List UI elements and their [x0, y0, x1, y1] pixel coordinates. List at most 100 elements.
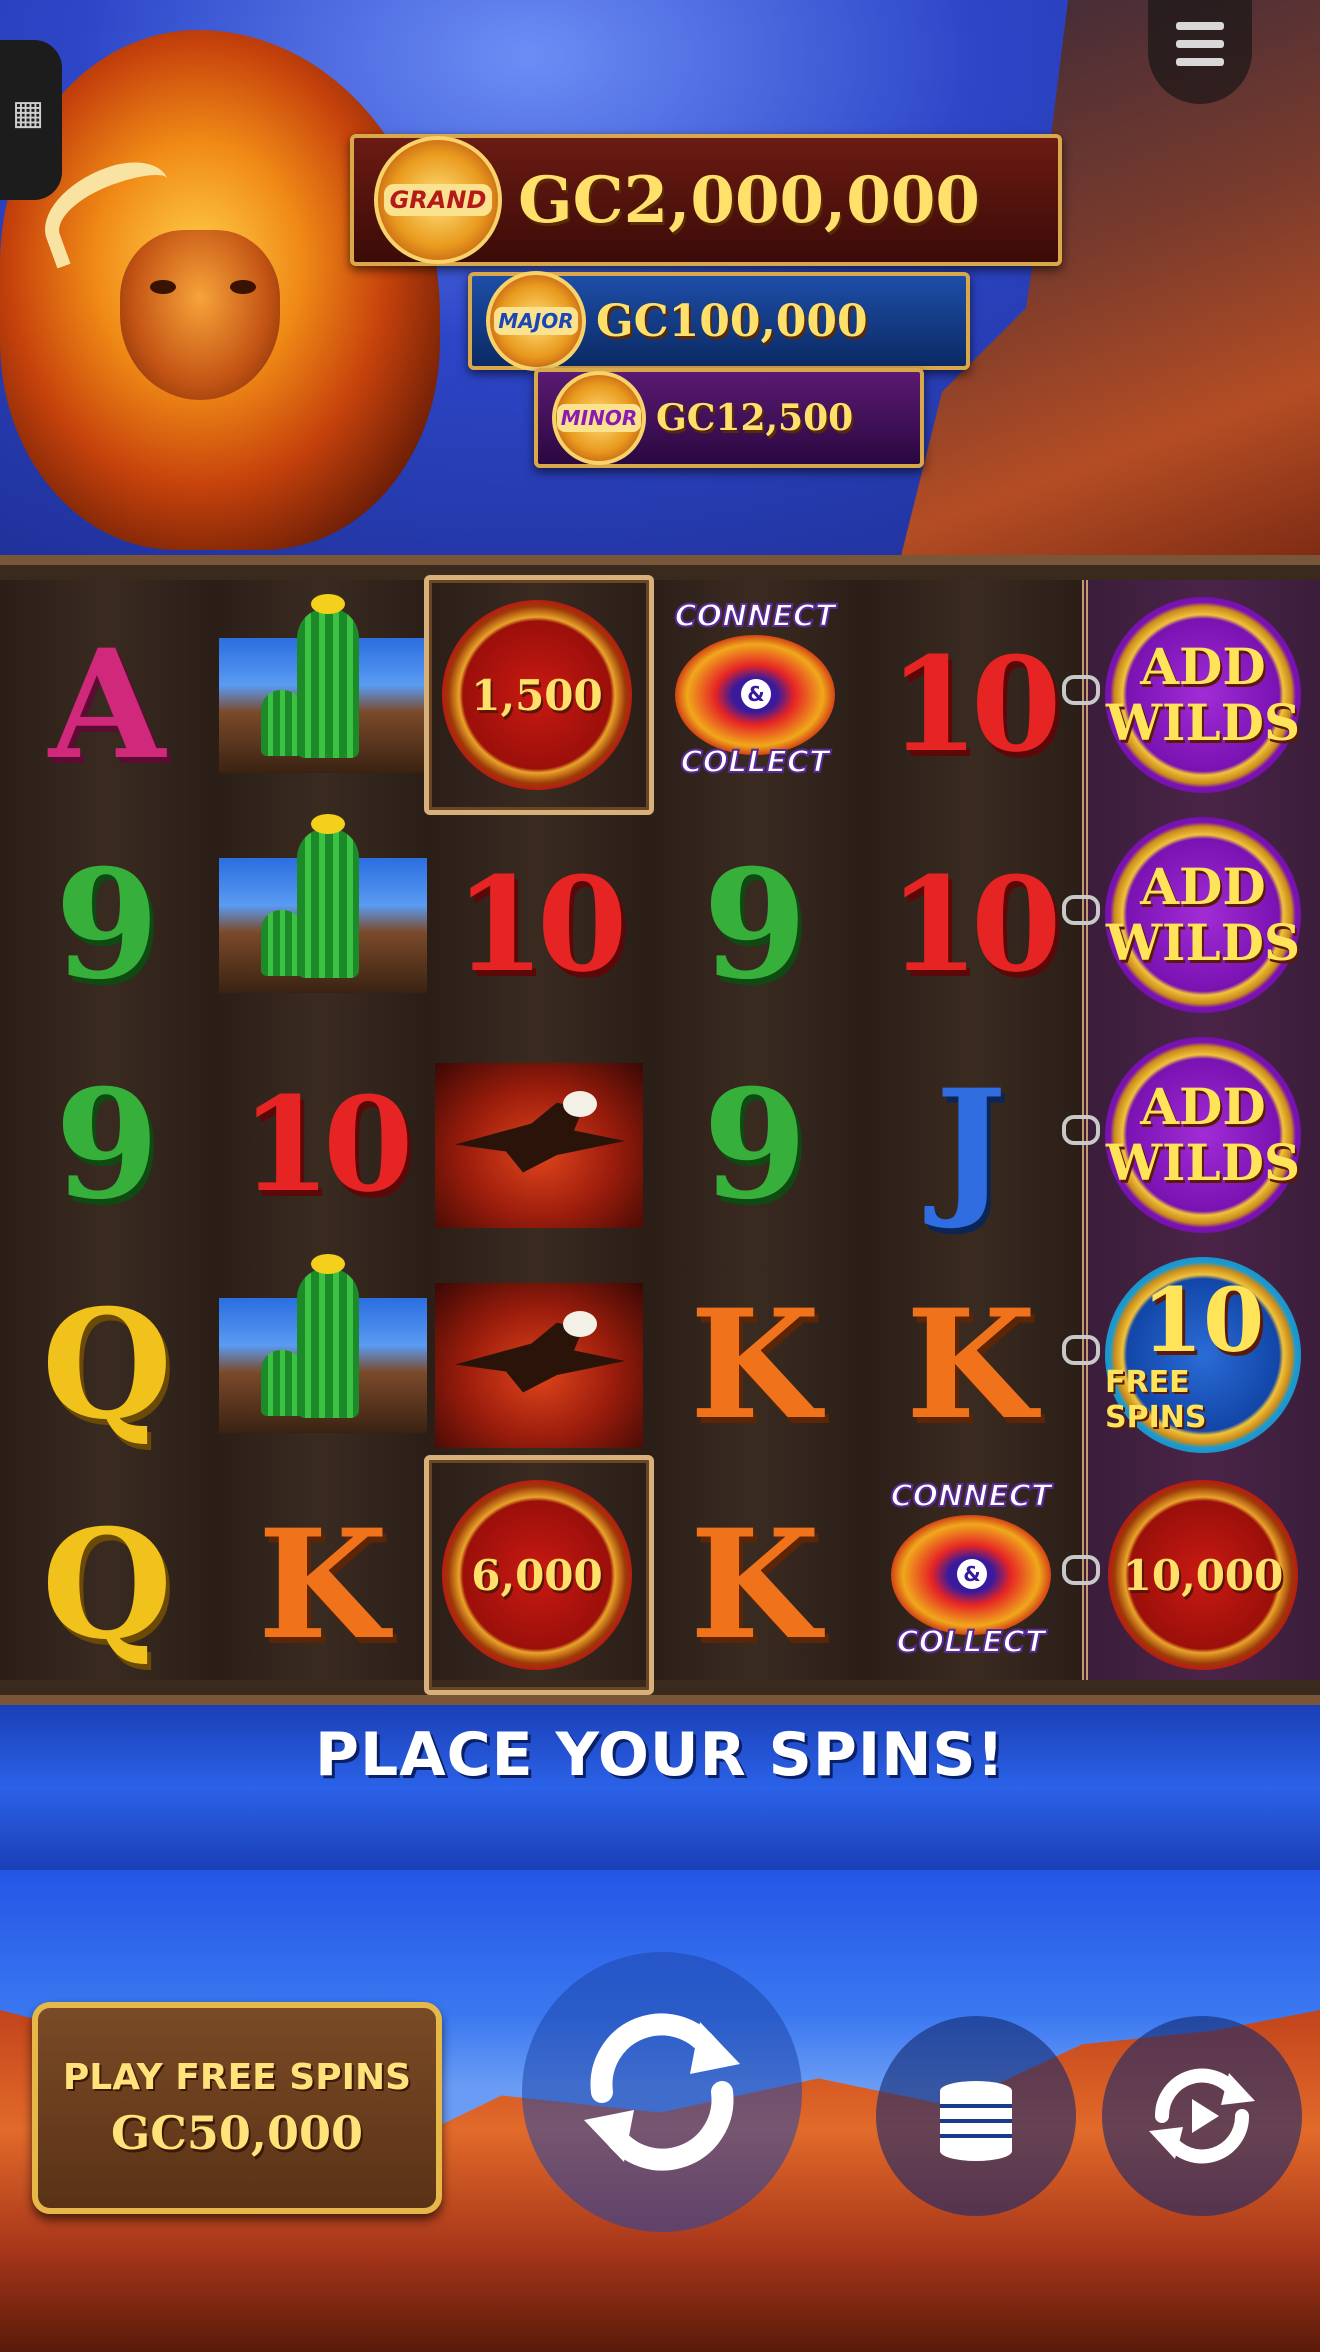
symbol-cell	[216, 593, 430, 815]
connect-label: CONNECT	[890, 1478, 1053, 1515]
symbol-cell: 1,500	[430, 585, 644, 805]
status-message: PLACE YOUR SPINS!	[315, 1720, 1005, 1790]
symbol-cell: 9	[648, 1035, 862, 1255]
spin-icon	[584, 2013, 740, 2171]
ampersand-label: &	[741, 679, 771, 709]
eagle-symbol	[435, 1282, 643, 1448]
minor-badge-label: MINOR	[556, 404, 642, 432]
grid-icon: ▦	[11, 93, 45, 133]
wilds-label: WILDS	[1105, 1133, 1301, 1192]
symbol-cell	[432, 1035, 646, 1255]
side-menu-tab[interactable]: ▦	[0, 40, 62, 200]
chain-link-icon	[1062, 675, 1100, 705]
connect-collect-symbol: CONNECT & COLLECT	[655, 595, 855, 795]
symbol-cell: K	[864, 1255, 1078, 1475]
chain-link-icon	[1062, 1555, 1100, 1585]
symbol-10: 10	[240, 1068, 414, 1221]
major-jackpot-badge: MAJOR	[486, 271, 586, 371]
reel-board: A 9 9 Q Q 10 K 1,500 10 6,000 CONNECT & …	[0, 555, 1320, 1705]
symbol-cell: J	[864, 1035, 1078, 1255]
symbol-cell	[432, 1255, 646, 1475]
symbol-k: K	[257, 1497, 389, 1673]
grand-jackpot-badge: GRAND	[374, 136, 502, 264]
grand-jackpot-panel: GRAND GC2,000,000	[350, 134, 1062, 266]
cash-coin-symbol: 1,500	[442, 600, 632, 790]
symbol-cell: 9	[0, 815, 214, 1035]
free-spins-count: 10	[1141, 1268, 1265, 1372]
symbol-cell: 6,000	[430, 1465, 644, 1685]
add-wilds-symbol: ADD WILDS	[1105, 1037, 1301, 1233]
symbol-cell: 10	[864, 815, 1078, 1035]
symbol-a: A	[48, 617, 166, 793]
symbol-j: J	[935, 1057, 1007, 1233]
major-jackpot-panel: MAJOR GC100,000	[468, 271, 970, 371]
symbol-cell: 10	[216, 1035, 430, 1255]
symbol-cell: Q	[0, 1255, 214, 1475]
add-label: ADD	[1140, 857, 1266, 916]
symbol-cell: K	[216, 1475, 430, 1695]
cactus-symbol	[219, 813, 427, 993]
add-label: ADD	[1140, 1077, 1266, 1136]
symbol-10: 10	[888, 848, 1062, 1001]
wilds-label: WILDS	[1105, 913, 1301, 972]
coin-stack-icon	[940, 2081, 1012, 2161]
autoplay-icon	[1149, 2068, 1255, 2164]
add-label: ADD	[1140, 637, 1266, 696]
major-badge-label: MAJOR	[494, 307, 578, 335]
cash-coin-symbol: 10,000	[1108, 1480, 1298, 1670]
hamburger-icon	[1176, 58, 1224, 66]
chain-link-icon	[1062, 895, 1100, 925]
symbol-cell: K	[648, 1475, 862, 1695]
cactus-symbol	[219, 593, 427, 773]
add-wilds-symbol: ADD WILDS	[1105, 597, 1301, 793]
symbol-cell: 10 FREE SPINS	[1096, 1245, 1310, 1465]
symbol-q: Q	[41, 1497, 173, 1673]
symbol-k: K	[689, 1497, 821, 1673]
cactus-symbol	[219, 1253, 427, 1433]
play-free-spins-label: PLAY FREE SPINS	[62, 2056, 412, 2098]
symbol-cell: 10,000	[1096, 1465, 1310, 1685]
bison-face-art	[120, 230, 280, 400]
free-spins-symbol: 10 FREE SPINS	[1105, 1257, 1301, 1453]
cash-coin-symbol: 6,000	[442, 1480, 632, 1670]
coin-value: 6,000	[471, 1550, 603, 1600]
major-jackpot-value: GC100,000	[596, 295, 868, 347]
ampersand-label: &	[957, 1559, 987, 1589]
hamburger-icon	[1176, 22, 1224, 30]
symbol-cell: A	[0, 595, 214, 815]
grand-jackpot-value: GC2,000,000	[518, 162, 980, 238]
connect-collect-symbol: CONNECT & COLLECT	[871, 1475, 1071, 1675]
bet-coins-button[interactable]	[876, 2016, 1076, 2216]
coin-value: 1,500	[471, 670, 603, 720]
minor-jackpot-panel: MINOR GC12,500	[534, 368, 924, 468]
symbol-cell: 9	[648, 815, 862, 1035]
spin-button[interactable]	[522, 1952, 802, 2232]
symbol-9: 9	[702, 837, 808, 1013]
symbol-k: K	[905, 1277, 1037, 1453]
coin-value: 10,000	[1122, 1550, 1284, 1600]
symbol-9: 9	[54, 837, 160, 1013]
symbol-q: Q	[41, 1277, 173, 1453]
collect-label: COLLECT	[896, 1624, 1047, 1661]
minor-jackpot-badge: MINOR	[552, 371, 646, 465]
symbol-cell: 9	[0, 1035, 214, 1255]
symbol-cell: 10	[430, 815, 644, 1035]
wilds-label: WILDS	[1105, 693, 1301, 752]
symbol-cell	[216, 1253, 430, 1475]
grand-badge-label: GRAND	[383, 184, 493, 216]
play-free-spins-button[interactable]: PLAY FREE SPINS GC50,000	[32, 2002, 442, 2214]
autoplay-button[interactable]	[1102, 2016, 1302, 2216]
hamburger-menu-button[interactable]	[1148, 0, 1252, 104]
symbol-9: 9	[702, 1057, 808, 1233]
chain-link-icon	[1062, 1115, 1100, 1145]
symbol-k: K	[689, 1277, 821, 1453]
symbol-cell: ADD WILDS	[1096, 805, 1310, 1025]
symbol-cell: ADD WILDS	[1096, 585, 1310, 805]
symbol-cell: CONNECT & COLLECT	[648, 585, 862, 805]
add-wilds-symbol: ADD WILDS	[1105, 817, 1301, 1013]
play-free-spins-cost: GC50,000	[111, 2105, 363, 2160]
symbol-cell: 10	[864, 595, 1078, 815]
minor-jackpot-value: GC12,500	[656, 397, 854, 439]
symbol-cell	[216, 813, 430, 1035]
chain-link-icon	[1062, 1335, 1100, 1365]
